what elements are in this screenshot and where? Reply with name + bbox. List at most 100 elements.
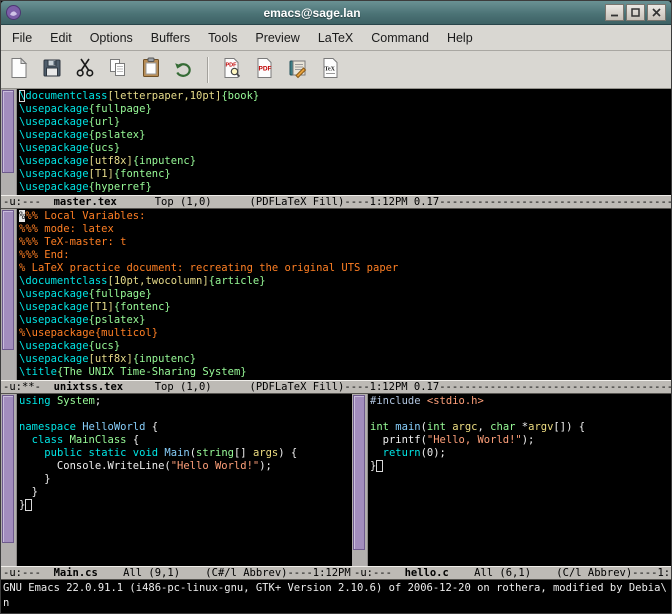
emacs-frame: \documentclass[letterpaper,10pt]{book}\u… <box>1 89 671 613</box>
code-line: public static void Main(string[] args) { <box>19 447 352 460</box>
new-file-button[interactable] <box>4 55 34 85</box>
code-line: %\usepackage{multicol} <box>19 327 671 340</box>
code-line: } <box>19 486 352 499</box>
code-line: \usepackage[utf8x]{inputenc} <box>19 155 671 168</box>
pdf-preview-button[interactable]: PDF <box>217 55 247 85</box>
scrollbar-thumb[interactable] <box>2 395 14 543</box>
modeline-main-cs[interactable]: -u:--- Main.cs All (9,1) (C#/l Abbrev)--… <box>1 566 352 580</box>
modeline-buffer-name: master.tex <box>54 196 117 208</box>
code-line: int main(int argc, char *argv[]) { <box>370 421 671 434</box>
code-line: %%% Local Variables: <box>19 210 671 223</box>
menu-item-command[interactable]: Command <box>362 25 438 50</box>
titlebar-buttons <box>603 4 666 21</box>
modeline-master-tex[interactable]: -u:--- master.tex Top (1,0) (PDFLaTeX Fi… <box>1 195 671 209</box>
menu-item-options[interactable]: Options <box>81 25 142 50</box>
modeline-unixtss-tex[interactable]: -u:**- unixtss.tex Top (1,0) (PDFLaTeX F… <box>1 380 671 394</box>
tex-typeset-button[interactable]: TeX <box>316 55 346 85</box>
code-line: \usepackage{url} <box>19 116 671 129</box>
menu-item-buffers[interactable]: Buffers <box>142 25 199 50</box>
emacs-window: emacs@sage.lan FileEditOptionsBuffersToo… <box>0 0 672 614</box>
code-line: \title{The UNIX Time-Sharing System} <box>19 366 671 379</box>
code-line: \documentclass[letterpaper,10pt]{book} <box>19 90 671 103</box>
save-button[interactable] <box>37 55 67 85</box>
menu-item-file[interactable]: File <box>3 25 41 50</box>
modeline-buffer-name: unixtss.tex <box>54 381 124 393</box>
code-line: \usepackage{fullpage} <box>19 288 671 301</box>
pdf-view-button[interactable]: PDF <box>250 55 280 85</box>
bottom-split: using System;namespace HelloWorld { clas… <box>1 394 671 580</box>
modeline-info: All (6,1) (C/l Abbrev)----1:12PM 0.17---… <box>449 567 671 579</box>
window-master-tex: \documentclass[letterpaper,10pt]{book}\u… <box>1 89 671 195</box>
modeline-prefix: -u:--- <box>3 567 54 579</box>
copy-icon <box>107 57 129 83</box>
modeline-prefix: -u:--- <box>354 567 405 579</box>
scrollbar-hello-c[interactable] <box>352 394 368 566</box>
undo-button[interactable] <box>169 55 199 85</box>
copy-button[interactable] <box>103 55 133 85</box>
code-line: % LaTeX practice document: recreating th… <box>19 262 671 275</box>
modeline-buffer-name: Main.cs <box>54 567 98 579</box>
modeline-info: Top (1,0) (PDFLaTeX Fill)----1:12PM 0.17… <box>123 381 671 393</box>
window-unixtss-tex: %%% Local Variables: %%% mode: latex%%% … <box>1 209 671 380</box>
menu-item-preview[interactable]: Preview <box>246 25 308 50</box>
minimize-button[interactable] <box>605 4 624 21</box>
modeline-info: Top (1,0) (PDFLaTeX Fill)----1:12PM 0.17… <box>117 196 671 208</box>
buffer-main-cs[interactable]: using System;namespace HelloWorld { clas… <box>17 394 352 566</box>
code-line <box>370 408 671 421</box>
code-line: \usepackage{hyperref} <box>19 181 671 194</box>
scrollbar-thumb[interactable] <box>2 210 14 350</box>
window-title: emacs@sage.lan <box>25 6 599 20</box>
pdf-preview-icon: PDF <box>221 57 243 83</box>
code-line: \usepackage{fullpage} <box>19 103 671 116</box>
paste-button[interactable] <box>136 55 166 85</box>
code-line: %%% mode: latex <box>19 223 671 236</box>
echo-line-1: GNU Emacs 22.0.91.1 (i486-pc-linux-gnu, … <box>3 582 671 597</box>
window-main-cs: using System;namespace HelloWorld { clas… <box>1 394 352 580</box>
cut-button[interactable] <box>70 55 100 85</box>
code-line: Console.WriteLine("Hello World!"); <box>19 460 352 473</box>
code-line: using System; <box>19 395 352 408</box>
close-button[interactable] <box>647 4 666 21</box>
code-line: \usepackage{pslatex} <box>19 314 671 327</box>
code-line: %%% TeX-master: t <box>19 236 671 249</box>
notebook-button[interactable] <box>283 55 313 85</box>
modeline-buffer-name: hello.c <box>405 567 449 579</box>
scrollbar-main-cs[interactable] <box>1 394 17 566</box>
titlebar[interactable]: emacs@sage.lan <box>1 1 671 25</box>
scrollbar-master-tex[interactable] <box>1 89 17 195</box>
menu-item-help[interactable]: Help <box>438 25 482 50</box>
code-line: printf("Hello, World!"); <box>370 434 671 447</box>
toolbar: PDF PDF TeX <box>1 51 671 89</box>
modeline-prefix: -u:**- <box>3 381 54 393</box>
emacs-app-icon <box>6 5 21 20</box>
code-line: namespace HelloWorld { <box>19 421 352 434</box>
toolbar-separator <box>207 57 209 83</box>
code-line: \usepackage{ucs} <box>19 340 671 353</box>
modeline-hello-c[interactable]: -u:--- hello.c All (6,1) (C/l Abbrev)---… <box>352 566 671 580</box>
echo-line-2: n <box>3 597 671 612</box>
notebook-pencil-icon <box>287 57 309 83</box>
modeline-prefix: -u:--- <box>3 196 54 208</box>
menu-item-latex[interactable]: LaTeX <box>309 25 362 50</box>
scrollbar-thumb[interactable] <box>2 90 14 173</box>
buffer-unixtss-tex[interactable]: %%% Local Variables: %%% mode: latex%%% … <box>17 209 671 380</box>
modeline-info: All (9,1) (C#/l Abbrev)----1:12PM 0.17--… <box>98 567 352 579</box>
code-line: \usepackage[T1]{fontenc} <box>19 168 671 181</box>
code-line: #include <stdio.h> <box>370 395 671 408</box>
tex-icon: TeX <box>320 57 342 83</box>
menu-item-edit[interactable]: Edit <box>41 25 81 50</box>
code-line: \documentclass[10pt,twocolumn]{article} <box>19 275 671 288</box>
svg-text:TeX: TeX <box>325 66 336 72</box>
code-line: \usepackage{ucs} <box>19 142 671 155</box>
menu-item-tools[interactable]: Tools <box>199 25 246 50</box>
scrollbar-thumb[interactable] <box>353 395 365 550</box>
code-line: } <box>19 499 352 512</box>
maximize-button[interactable] <box>626 4 645 21</box>
pdf-icon: PDF <box>254 57 276 83</box>
buffer-hello-c[interactable]: #include <stdio.h> int main(int argc, cha… <box>368 394 671 566</box>
echo-area[interactable]: GNU Emacs 22.0.91.1 (i486-pc-linux-gnu, … <box>1 580 671 613</box>
code-line: \usepackage{pslatex} <box>19 129 671 142</box>
buffer-master-tex[interactable]: \documentclass[letterpaper,10pt]{book}\u… <box>17 89 671 195</box>
scrollbar-unixtss-tex[interactable] <box>1 209 17 380</box>
code-line: } <box>19 473 352 486</box>
